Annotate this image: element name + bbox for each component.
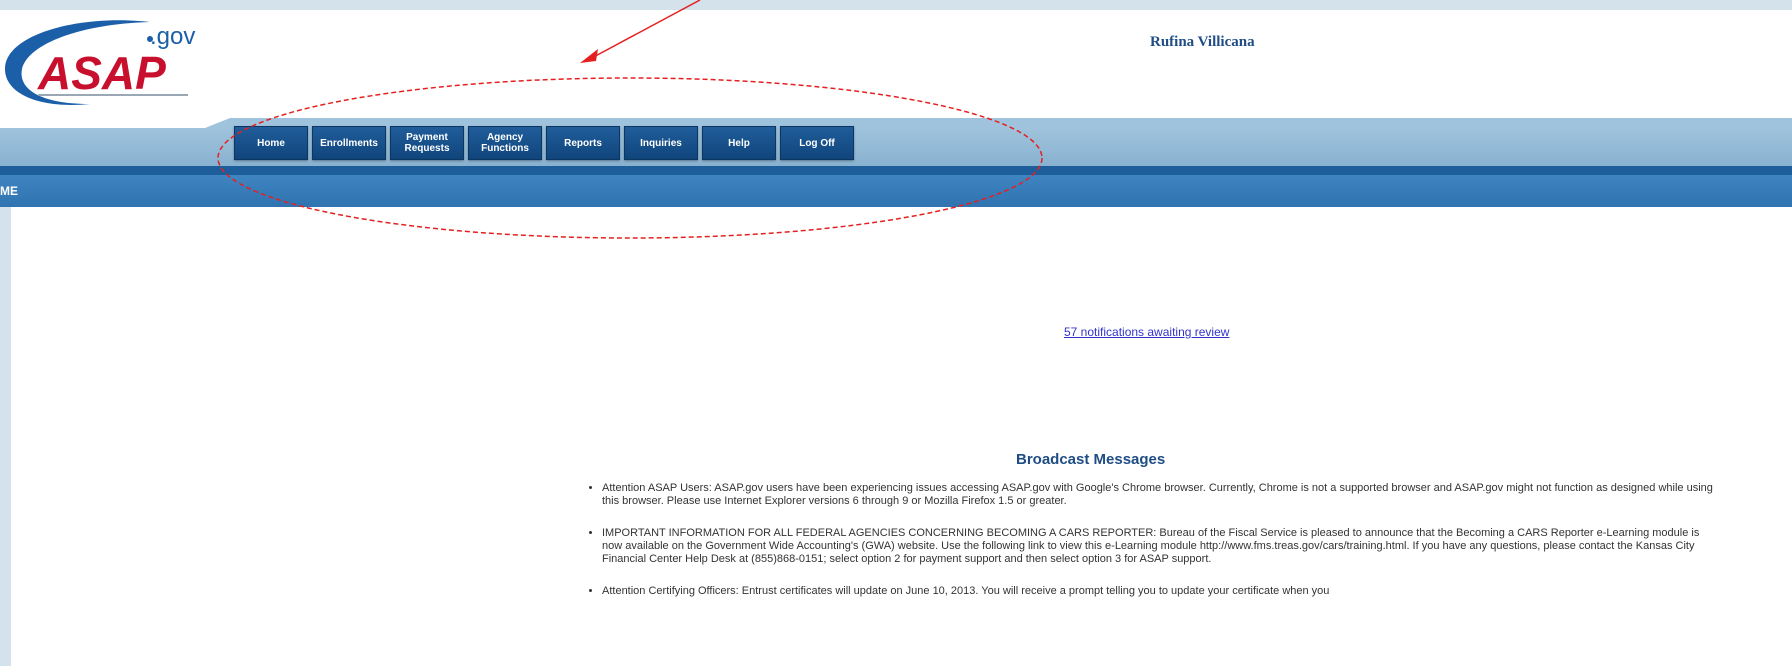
user-name: Rufina Villicana [1150,34,1255,50]
main-nav: Home Enrollments Payment Requests Agency… [234,126,854,160]
nav-home-button[interactable]: Home [234,126,308,160]
header [0,10,1792,128]
nav-reports-button[interactable]: Reports [546,126,620,160]
logo-main: ASAP [37,47,166,99]
top-strip [0,0,1792,10]
nav-agency-functions-button[interactable]: Agency Functions [468,126,542,160]
broadcast-message: Attention ASAP Users: ASAP.gov users hav… [602,482,1722,508]
logo-graphic: .gov ASAP [5,20,195,105]
page-bar-top [0,166,1792,175]
nav-inquiries-button[interactable]: Inquiries [624,126,698,160]
broadcast-message: IMPORTANT INFORMATION FOR ALL FEDERAL AG… [602,527,1722,566]
asap-logo[interactable]: .gov ASAP [0,14,230,124]
nav-enrollments-button[interactable]: Enrollments [312,126,386,160]
nav-help-button[interactable]: Help [702,126,776,160]
broadcast-title: Broadcast Messages [1016,451,1166,468]
left-margin-strip [0,207,11,666]
broadcast-message-list: Attention ASAP Users: ASAP.gov users hav… [580,482,1722,617]
nav-log-off-button[interactable]: Log Off [780,126,854,160]
nav-payment-requests-button[interactable]: Payment Requests [390,126,464,160]
logo-suffix: .gov [150,23,195,50]
notifications-link[interactable]: 57 notifications awaiting review [1064,325,1229,339]
breadcrumb: ME [0,184,18,198]
broadcast-message: Attention Certifying Officers: Entrust c… [602,585,1722,598]
page-bar [0,175,1792,207]
